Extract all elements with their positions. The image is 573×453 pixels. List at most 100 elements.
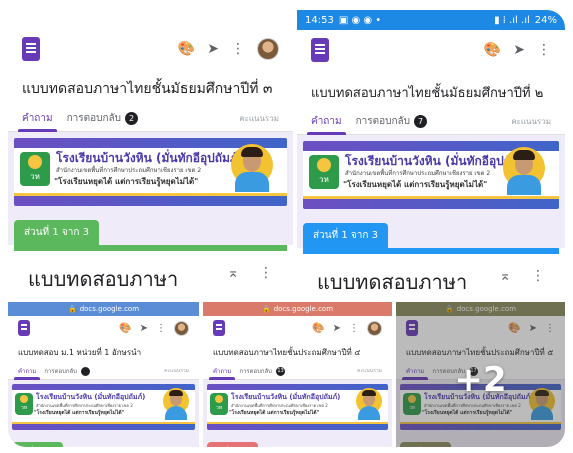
more-vert-icon[interactable]: ⋮ [259,265,273,281]
app-bar: 🎨 ➤ ⋮ [8,316,199,340]
section-card: แบบทดสอบภาษา ⌅ ⋮ [303,248,559,300]
palette-icon[interactable]: 🎨 [119,323,131,334]
collapse-icon[interactable]: ⌅ [227,265,239,281]
photo-tile-3[interactable]: 🔒 docs.google.com 🎨 ➤ ⋮ แบบทดสอบ ม.1 หน่ว… [8,302,201,447]
status-time: 14:53 [305,14,334,26]
header-banner: วห โรงเรียนบ้านวังหิน (มั่นทักอีอุปถัมภ์… [8,132,293,212]
app-bar: 🎨 ➤ ⋮ [203,316,392,340]
teacher-photo [227,144,277,196]
palette-icon[interactable]: 🎨 [312,323,324,334]
notification-icons: ▣ ◉ ◉ • [338,14,382,26]
send-icon[interactable]: ➤ [529,323,537,334]
school-slogan: "โรงเรียนหยุดได้ แต่การเรียนรู้หยุดไม่ได… [34,410,125,416]
avatar[interactable] [257,38,279,60]
header-banner: วห โรงเรียนบ้านวังหิน (มั่นทักอีอุปถัมภ์… [297,135,565,215]
school-slogan: "โรงเรียนหยุดได้ แต่การเรียนรู้หยุดไม่ได… [343,180,488,189]
tab-total-score[interactable]: คะแนนรวม [511,110,551,133]
teacher-photo [161,388,191,422]
tab-questions[interactable]: คำถาม [13,363,41,380]
more-vert-icon[interactable]: ⋮ [537,42,551,58]
section-label: ส่วนที่ 1 จาก 3 [14,220,99,245]
status-bar: 14:53 ▣ ◉ ◉ • ▮ ⁞ .ıl .ıl 24% [297,10,565,30]
browser-url-bar: 🔒 docs.google.com [8,302,199,316]
photo-tile-1[interactable]: 🎨 ➤ ⋮ แบบทดสอบภาษาไทยชั้นมัธยมศึกษาปีที่… [8,10,295,300]
more-vert-icon[interactable]: ⋮ [349,323,359,334]
send-icon[interactable]: ➤ [513,42,525,58]
header-banner: วห โรงเรียนบ้านวังหิน (มั่นทักอีอุปถัมภ์… [203,380,392,434]
school-subtitle: สำนักงานเขตพื้นที่การศึกษาประถมศึกษาเชีย… [36,403,133,408]
photo-tile-2[interactable]: 14:53 ▣ ◉ ◉ • ▮ ⁞ .ıl .ıl 24% 🎨 ➤ ⋮ แบบทดส… [297,10,565,300]
school-logo: วห [20,152,50,186]
more-vert-icon[interactable]: ⋮ [531,268,545,284]
avatar[interactable] [367,320,382,336]
photo-tile-4[interactable]: 🔒 docs.google.com 🎨 ➤ ⋮ แบบทดสอบภาษาไทยชั… [203,302,394,447]
section-label: ส่วนที่ 1 จาก 3 [207,442,258,447]
tab-responses[interactable]: การตอบกลับ 2 [67,106,138,131]
school-logo: วห [210,393,228,415]
photo-tile-5[interactable]: 🔒 docs.google.com 🎨 ➤ ⋮ แบบทดสอบภาษาไทยชั… [396,302,565,447]
form-tabs: คำถาม การตอบกลับ คะแนนรวม [8,363,199,380]
section-header: ส่วนที่ 1 จาก 3 [203,434,392,447]
more-vert-icon[interactable]: ⋮ [156,323,166,334]
browser-url-bar: 🔒 docs.google.com [396,302,565,316]
response-count-badge: 7 [414,115,427,128]
palette-icon[interactable]: 🎨 [178,41,195,57]
response-count-badge: 13 [276,366,285,376]
school-subtitle: สำนักงานเขตพื้นที่การศึกษาประถมศึกษาเชีย… [231,403,328,408]
lock-icon: 🔒 [67,305,77,313]
tab-questions[interactable]: คำถาม [18,106,57,132]
photo-grid: 🎨 ➤ ⋮ แบบทดสอบภาษาไทยชั้นมัธยมศึกษาปีที่… [8,10,565,447]
school-logo: วห [309,155,339,189]
app-bar: 🎨 ➤ ⋮ [8,30,293,68]
school-subtitle: สำนักงานเขตพื้นที่การศึกษาประถมศึกษาเชีย… [56,167,202,174]
more-photos-count[interactable]: +2 [396,360,565,400]
tab-total-score[interactable]: คะแนนรวม [164,364,189,378]
response-count-badge [81,366,90,376]
more-vert-icon[interactable]: ⋮ [231,41,245,57]
app-bar: 🎨 ➤ ⋮ [396,316,565,340]
more-vert-icon[interactable]: ⋮ [545,323,555,334]
tab-responses[interactable]: การตอบกลับ 13 [239,363,285,379]
school-slogan: "โรงเรียนหยุดได้ แต่การเรียนรู้หยุดไม่ได… [229,410,320,416]
form-tabs: คำถาม การตอบกลับ 13 คะแนนรวม [203,363,392,380]
form-title: แบบทดสอบภาษาไทยชั้นมัธยมศึกษาปีที่ ๒ [311,86,544,101]
section-header: ส่วนที่ 1 จาก 3 [8,434,199,447]
response-count-badge: 2 [125,112,138,125]
header-banner: วห โรงเรียนบ้านวังหิน (มั่นทักอีอุปถัมภ์… [8,380,199,434]
send-icon[interactable]: ➤ [140,323,148,334]
lock-icon: 🔒 [444,305,454,313]
teacher-photo [499,147,549,199]
battery-level: 24% [534,14,557,26]
google-forms-icon [18,320,30,336]
school-subtitle: สำนักงานเขตพื้นที่การศึกษาประถมศึกษาเชีย… [424,403,521,408]
school-subtitle: สำนักงานเขตพื้นที่การศึกษาประถมศึกษาเชีย… [345,170,491,177]
google-forms-icon [22,37,40,61]
tab-questions[interactable]: คำถาม [208,363,236,380]
tab-total-score[interactable]: คะแนนรวม [239,107,279,130]
send-icon[interactable]: ➤ [333,323,341,334]
section-label: ส่วนที่ 1 จาก 3 [12,442,63,447]
google-forms-icon [311,38,329,62]
tab-responses[interactable]: การตอบกลับ 7 [356,109,427,134]
avatar[interactable] [174,320,189,336]
teacher-photo [354,388,384,422]
app-bar: 🎨 ➤ ⋮ [297,30,565,70]
form-title: แบบทดสอบ ม.1 หน่วยที่ 1 อักษรนำ [18,348,142,357]
collapse-icon[interactable]: ⌅ [499,268,511,284]
form-title: แบบทดสอบภาษาไทยชั้นประถมศึกษาปีที่ ๕ [406,348,554,357]
school-logo: วห [15,393,33,415]
google-forms-icon [406,320,418,336]
palette-icon[interactable]: 🎨 [484,42,501,58]
section-header: ส่วนที่ 1 จาก 3 [396,434,565,447]
send-icon[interactable]: ➤ [207,41,219,57]
palette-icon[interactable]: 🎨 [508,323,520,334]
lock-icon: 🔒 [261,305,271,313]
school-slogan: "โรงเรียนหยุดได้ แต่การเรียนรู้หยุดไม่ได… [422,410,513,416]
section-label: ส่วนที่ 1 จาก 3 [303,223,388,248]
tab-total-score[interactable]: คะแนนรวม [357,364,382,378]
section-label: ส่วนที่ 1 จาก 3 [400,442,451,447]
form-tabs: คำถาม การตอบกลับ 2 คะแนนรวม [8,106,293,132]
tab-responses[interactable]: การตอบกลับ [44,363,90,379]
tab-questions[interactable]: คำถาม [307,109,346,135]
signal-icon: ▮ ⁞ .ıl .ıl [494,14,530,26]
